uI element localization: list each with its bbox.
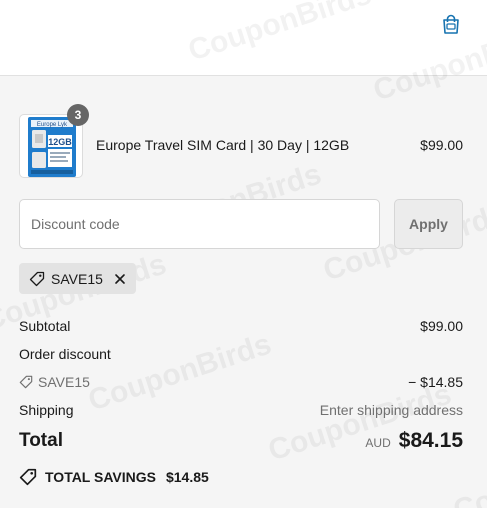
tag-icon (19, 375, 33, 389)
watermark: CouponBirds (264, 377, 456, 468)
svg-text:12GB: 12GB (48, 137, 72, 147)
tag-icon (29, 271, 45, 286)
shipping-label: Shipping (19, 402, 74, 418)
discount-value: − $14.85 (408, 374, 463, 390)
total-savings: TOTAL SAVINGS $14.85 (19, 468, 209, 486)
apply-button[interactable]: Apply (394, 199, 463, 249)
total-row: Total AUD $84.15 (19, 429, 463, 453)
tag-icon (19, 468, 37, 486)
total-label: Total (19, 430, 63, 451)
total-value: $84.15 (398, 429, 463, 452)
currency-code: AUD (365, 436, 391, 450)
subtotal-row: Subtotal $99.00 (19, 318, 463, 334)
checkout-header (0, 0, 487, 76)
order-discount-row: Order discount (19, 346, 463, 362)
product-thumbnail[interactable]: Europe Lyk 12GB 3 (19, 104, 89, 178)
applied-code-label: SAVE15 (51, 270, 103, 287)
order-summary: CouponBirds CouponBirds CouponBirds Coup… (0, 0, 487, 508)
close-icon[interactable] (113, 272, 127, 286)
product-price: $99.00 (420, 137, 463, 153)
total-savings-value: $14.85 (165, 469, 209, 485)
svg-text:Europe Lyk: Europe Lyk (37, 122, 68, 128)
sim-card-image: Europe Lyk 12GB (28, 117, 76, 177)
discount-code-input[interactable] (19, 199, 380, 249)
shipping-row: Shipping Enter shipping address (19, 402, 463, 418)
line-item: Europe Lyk 12GB 3 Europe Travel SIM Card… (19, 104, 463, 178)
shopping-bag-icon[interactable] (441, 13, 461, 35)
product-name: Europe Travel SIM Card | 30 Day | 12GB (96, 137, 350, 153)
shipping-value: Enter shipping address (319, 402, 463, 418)
total-savings-label: TOTAL SAVINGS (45, 469, 156, 485)
quantity-badge: 3 (67, 104, 89, 126)
order-discount-label: Order discount (19, 346, 111, 362)
discount-code-line: SAVE15 (19, 374, 463, 390)
discount-code-row: SAVE15 − $14.85 (19, 374, 463, 390)
subtotal-label: Subtotal (19, 318, 71, 334)
discount-code-label: SAVE15 (38, 374, 90, 390)
total-amount: AUD $84.15 (365, 429, 463, 453)
subtotal-value: $99.00 (420, 318, 463, 334)
applied-code-chip: SAVE15 (19, 263, 136, 294)
